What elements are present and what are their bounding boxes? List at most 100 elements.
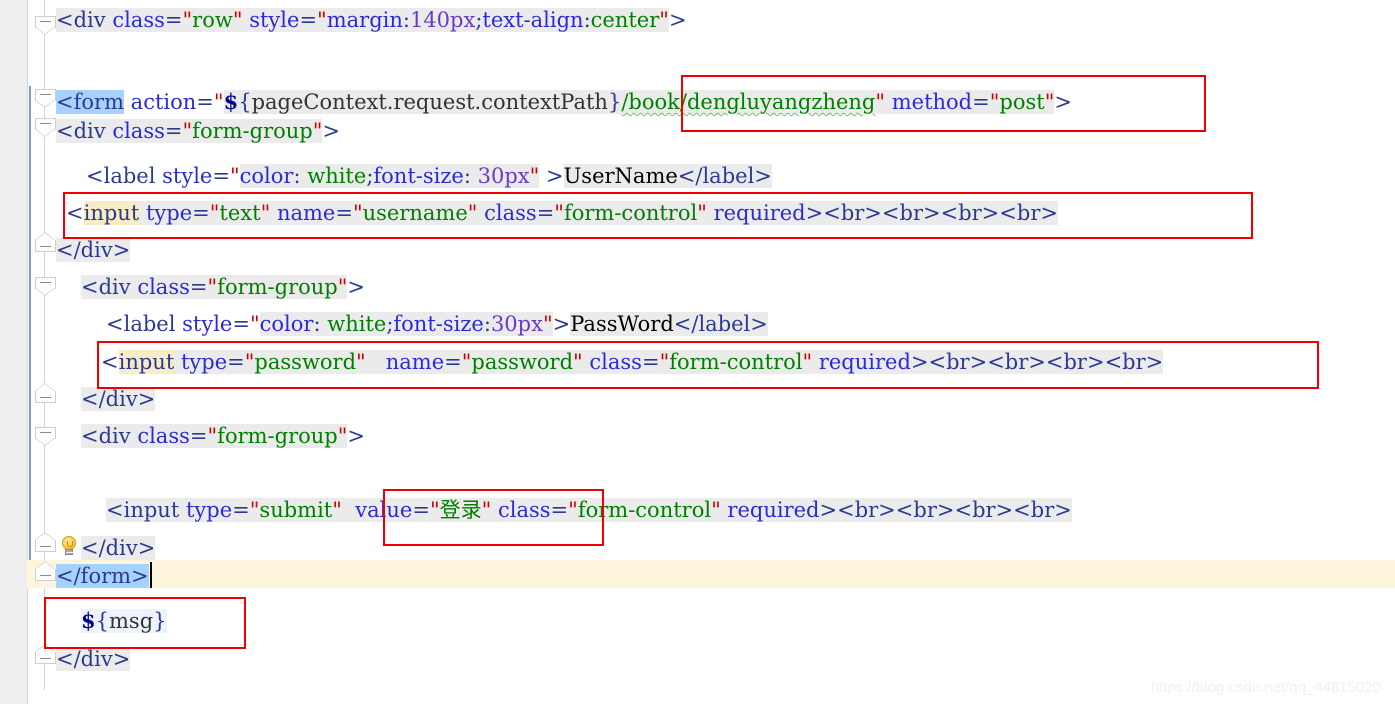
- token-tag-label: label: [103, 164, 156, 188]
- token-quote: ": [229, 164, 240, 188]
- token-eq: =: [227, 350, 245, 374]
- token-lt: <: [81, 424, 99, 448]
- fold-marker-end-formgroup2[interactable]: [35, 383, 56, 410]
- token-lt: <: [56, 90, 74, 114]
- fold-marker-end-div-row[interactable]: [35, 644, 56, 671]
- token-eq: =: [192, 201, 210, 225]
- token-attr-method: method: [891, 90, 973, 114]
- token-quote: ": [209, 201, 220, 225]
- token-quote: ": [207, 424, 218, 448]
- token-css-color: color: [239, 164, 294, 188]
- code-line-form-open[interactable]: <form action="${pageContext.request.cont…: [56, 88, 1072, 116]
- token-val-password: password: [254, 350, 357, 374]
- code-line-div-close-1[interactable]: </div>: [56, 236, 131, 264]
- fold-marker-formgroup-1[interactable]: [35, 118, 56, 137]
- token-attr-required: required: [713, 201, 806, 225]
- token-attr-action: action: [130, 90, 197, 114]
- token-attr-class: class: [497, 498, 551, 522]
- token-val-row: row: [192, 8, 233, 32]
- token-eq: =: [641, 350, 660, 374]
- code-line-div-row[interactable]: <div class="row" style="margin:140px;tex…: [56, 6, 687, 34]
- lightbulb-icon[interactable]: [60, 536, 78, 558]
- token-quote: ": [213, 90, 224, 114]
- code-content: <div class="row" style="margin:140px;tex…: [0, 0, 1395, 704]
- code-line-div-close-2[interactable]: </div>: [81, 385, 156, 413]
- token-eq: =: [164, 119, 183, 143]
- token-el-msg: msg: [109, 609, 154, 633]
- token-lt: <: [56, 119, 74, 143]
- fold-marker-end-formgroup3[interactable]: [35, 532, 56, 559]
- token-quote: ": [461, 350, 472, 374]
- token-quote: ": [1044, 90, 1055, 114]
- token-css-30px: 30px: [490, 312, 543, 336]
- token-lt: <: [106, 312, 124, 336]
- token-css-30px: 30px: [477, 164, 530, 188]
- fold-marker-div-row[interactable]: [35, 16, 56, 35]
- token-quote: ": [317, 8, 327, 32]
- token-tag-input: input: [123, 498, 180, 522]
- token-quote: ": [232, 8, 243, 32]
- code-editor[interactable]: <div class="row" style="margin:140px;tex…: [0, 0, 1395, 704]
- token-attr-style: style: [249, 8, 300, 32]
- token-tag-div: div: [98, 275, 131, 299]
- token-attr-value: value: [355, 498, 413, 522]
- token-gt: >: [322, 119, 341, 143]
- token-gt: >: [750, 312, 768, 336]
- token-attr-required: required: [818, 350, 911, 374]
- code-line-form-close[interactable]: </form>: [56, 562, 149, 590]
- code-line-div-close-3[interactable]: </div>: [81, 534, 156, 562]
- token-eq: =: [232, 312, 250, 336]
- token-el-brace-close: }: [153, 609, 167, 633]
- token-val-password: password: [471, 350, 574, 374]
- token-lt: <: [81, 275, 99, 299]
- token-attr-name: name: [276, 201, 336, 225]
- token-text-username: UserName: [563, 164, 678, 188]
- watermark: https://blog.csdn.net/qq_44815020: [1150, 679, 1381, 696]
- token-quote: ": [554, 201, 564, 225]
- token-el-pagecontext: pageContext.request.contextPath: [251, 90, 608, 114]
- token-tag-label: label: [702, 164, 755, 188]
- token-lt-slash: </: [56, 647, 81, 671]
- fold-marker-formgroup-3[interactable]: [35, 427, 56, 446]
- token-eq: =: [189, 275, 208, 299]
- token-quote: ": [337, 424, 348, 448]
- token-tag-input: input: [118, 350, 175, 374]
- token-gt: >: [137, 387, 156, 411]
- token-val-form-group: form-group: [217, 424, 338, 448]
- fold-marker-form[interactable]: [35, 89, 56, 108]
- token-val-form-group: form-group: [217, 275, 338, 299]
- code-line-input-username[interactable]: <input type="text" name="username" class…: [66, 199, 1058, 227]
- token-lt: <: [101, 350, 119, 374]
- token-lt-slash: </: [81, 536, 106, 560]
- token-path-denglu: /book/dengluyangzheng: [621, 90, 876, 114]
- editor-marker-gutter[interactable]: [0, 0, 27, 704]
- token-attr-type: type: [185, 498, 233, 522]
- fold-marker-formgroup-2[interactable]: [35, 277, 56, 296]
- code-line-el-msg[interactable]: ${msg}: [81, 607, 167, 635]
- code-line-input-submit[interactable]: <input type="submit" value="登录" class="f…: [106, 496, 1072, 524]
- code-line-div-close-4[interactable]: </div>: [56, 645, 131, 673]
- token-lt-slash: </: [56, 238, 81, 262]
- code-line-input-password[interactable]: <input type="password" name="password" c…: [101, 348, 1164, 376]
- code-line-div-formgroup-2[interactable]: <div class="form-group">: [81, 273, 365, 301]
- token-quote: ": [244, 350, 255, 374]
- code-line-label-username[interactable]: <label style="color: white;font-size: 30…: [86, 162, 772, 190]
- token-css-white: white: [327, 312, 387, 336]
- token-quote: ": [467, 201, 478, 225]
- fold-marker-end-form[interactable]: [35, 561, 56, 588]
- token-attr-type: type: [180, 350, 228, 374]
- token-eq: =: [335, 201, 353, 225]
- fold-marker-end-formgroup1[interactable]: [35, 232, 56, 259]
- code-line-div-formgroup-1[interactable]: <div class="form-group">: [56, 117, 340, 145]
- token-gt: >: [546, 164, 564, 188]
- token-attr-required: required: [727, 498, 820, 522]
- code-line-label-password[interactable]: <label style="color: white;font-size:30p…: [106, 310, 768, 338]
- token-quote: ": [875, 90, 886, 114]
- code-line-div-formgroup-3[interactable]: <div class="form-group">: [81, 422, 365, 450]
- token-val-form-control: form-control: [669, 350, 803, 374]
- token-colon: :: [313, 312, 328, 336]
- token-eq: =: [444, 350, 462, 374]
